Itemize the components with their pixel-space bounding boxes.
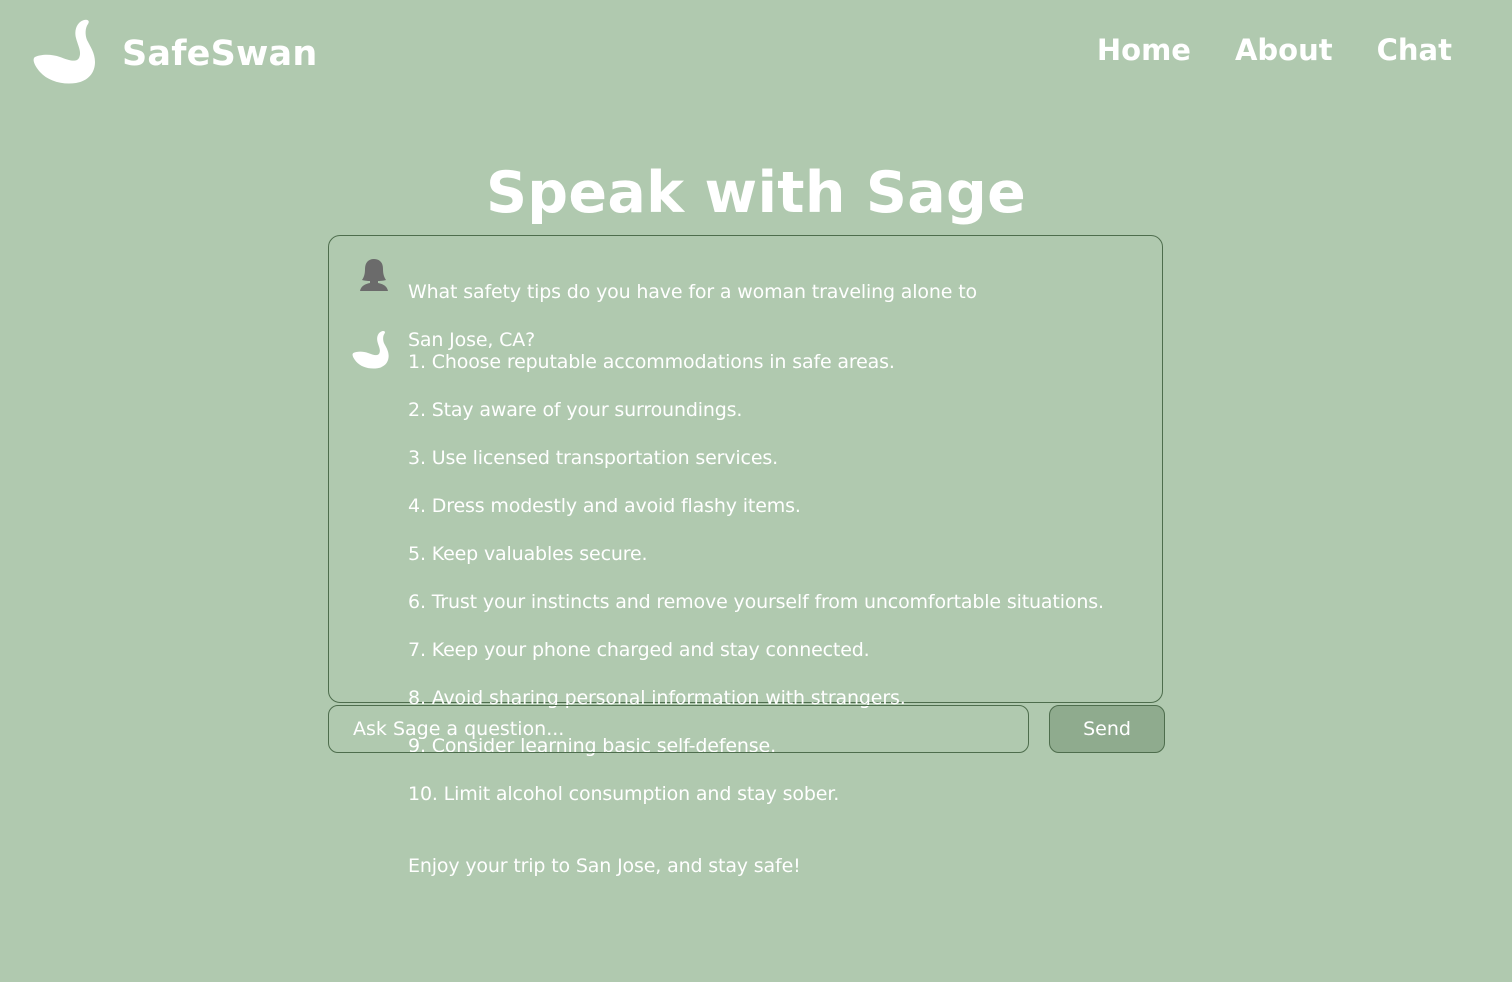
tip-item: 1. Choose reputable accommodations in sa… (408, 351, 895, 373)
swan-icon (33, 19, 95, 84)
nav-home[interactable]: Home (1097, 33, 1191, 67)
bot-closing-text: Enjoy your trip to San Jose, and stay sa… (408, 855, 801, 877)
tip-item: 3. Use licensed transportation services. (408, 447, 778, 469)
tip-item: 2. Stay aware of your surroundings. (408, 399, 743, 421)
bot-message-text: 1. Choose reputable accommodations in sa… (408, 326, 1148, 902)
tip-item: 5. Keep valuables secure. (408, 543, 648, 565)
logo[interactable] (32, 18, 98, 86)
nav-chat[interactable]: Chat (1377, 33, 1452, 67)
tip-item: 10. Limit alcohol consumption and stay s… (408, 783, 840, 805)
woman-avatar-icon (360, 259, 388, 291)
brand-name: SafeSwan (122, 34, 318, 74)
send-button[interactable]: Send (1049, 705, 1165, 753)
question-input[interactable] (328, 705, 1029, 753)
tip-item: 6. Trust your instincts and remove yours… (408, 591, 1104, 613)
main-nav: Home About Chat (1097, 33, 1452, 67)
nav-about[interactable]: About (1235, 33, 1333, 67)
page-title: Speak with Sage (485, 160, 1027, 226)
user-message-line: What safety tips do you have for a woman… (408, 281, 977, 303)
input-row: Send (328, 705, 1165, 753)
swan-icon (352, 331, 389, 369)
tip-item: 7. Keep your phone charged and stay conn… (408, 639, 870, 661)
chat-window[interactable]: What safety tips do you have for a woman… (328, 235, 1163, 877)
tip-item: 4. Dress modestly and avoid flashy items… (408, 495, 801, 517)
header: SafeSwan Home About Chat (0, 0, 1512, 110)
